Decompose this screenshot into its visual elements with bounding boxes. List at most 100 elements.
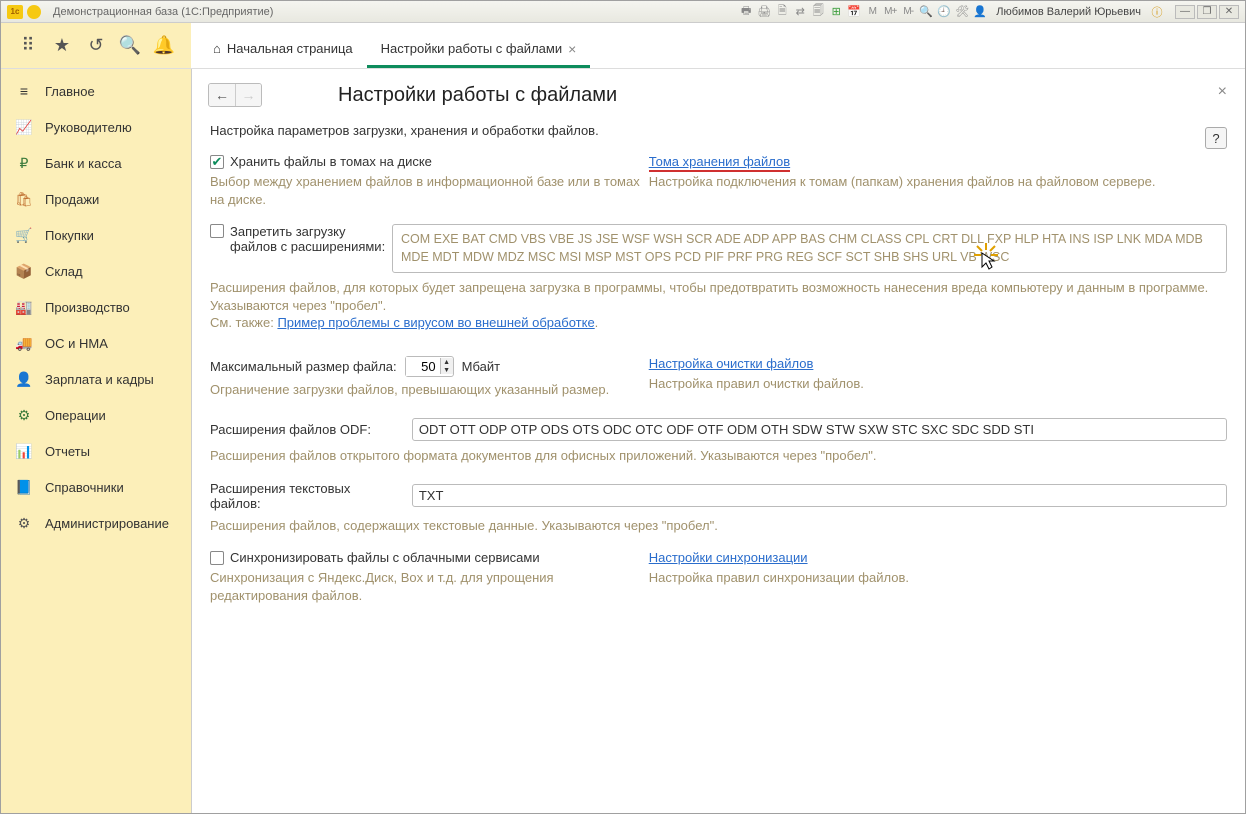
- factory-icon: 🏭: [15, 298, 33, 316]
- tab-close-icon[interactable]: ×: [568, 41, 576, 57]
- max-size-hint: Ограничение загрузки файлов, превышающих…: [210, 381, 649, 399]
- star-icon[interactable]: ★: [50, 34, 74, 58]
- tab-home[interactable]: ⌂ Начальная страница: [199, 32, 367, 68]
- print-icon[interactable]: 🖶: [738, 4, 754, 20]
- nav-back-button[interactable]: ←: [209, 84, 235, 106]
- bars-icon: 📊: [15, 442, 33, 460]
- storage-volumes-link[interactable]: Тома хранения файлов: [649, 154, 790, 172]
- window-restore-icon[interactable]: ❐: [1197, 5, 1217, 19]
- odf-hint: Расширения файлов открытого формата доку…: [210, 447, 1227, 465]
- info-icon[interactable]: ⓘ: [1149, 4, 1165, 20]
- clock-icon[interactable]: 🕘: [936, 4, 952, 20]
- nav-forward-button[interactable]: →: [235, 84, 261, 106]
- app-logo-icon: 1c: [7, 5, 23, 19]
- sidebar-item-purchases[interactable]: 🛒Покупки: [1, 217, 191, 253]
- history-icon[interactable]: ↺: [84, 34, 108, 58]
- calc-icon[interactable]: ⊞: [828, 4, 844, 20]
- chart-icon: 📈: [15, 118, 33, 136]
- store-in-volumes-label: Хранить файлы в томах на диске: [230, 154, 432, 169]
- store-in-volumes-checkbox[interactable]: [210, 155, 224, 169]
- tab-file-settings-label: Настройки работы с файлами: [381, 41, 562, 56]
- forbidden-ext-textarea[interactable]: COM EXE BAT CMD VBS VBE JS JSE WSF WSH S…: [392, 224, 1227, 273]
- cleanup-link[interactable]: Настройка очистки файлов: [649, 356, 814, 371]
- volumes-hint: Настройка подключения к томам (папкам) х…: [649, 173, 1227, 191]
- tool-icon[interactable]: 🛠: [954, 4, 970, 20]
- cleanup-hint: Настройка правил очистки файлов.: [649, 375, 1227, 393]
- store-hint: Выбор между хранением файлов в информаци…: [210, 173, 649, 208]
- max-size-spinner[interactable]: ▲▼: [405, 356, 454, 377]
- m-minus-button[interactable]: М-: [900, 4, 916, 20]
- calendar-icon[interactable]: 📅: [846, 4, 862, 20]
- bag-icon: 🛍: [15, 190, 33, 208]
- cloud-sync-checkbox[interactable]: [210, 551, 224, 565]
- copy-icon[interactable]: 🗐: [810, 4, 826, 20]
- sidebar-item-operations[interactable]: ⚙Операции: [1, 397, 191, 433]
- user-name[interactable]: Любимов Валерий Юрьевич: [996, 6, 1141, 18]
- user-icon: 👤: [972, 4, 988, 20]
- sidebar-item-admin[interactable]: ⚙Администрирование: [1, 505, 191, 541]
- sidebar-item-manager[interactable]: 📈Руководителю: [1, 109, 191, 145]
- ops-icon: ⚙: [15, 406, 33, 424]
- sidebar: ≡Главное 📈Руководителю ₽Банк и касса 🛍Пр…: [1, 69, 191, 813]
- toolbar: ⠿ ★ ↺ 🔍 🔔 ⌂ Начальная страница Настройки…: [1, 23, 1245, 69]
- m-plus-button[interactable]: М+: [882, 4, 898, 20]
- cart-icon: 🛒: [15, 226, 33, 244]
- txt-label: Расширения текстовых файлов:: [210, 481, 404, 511]
- printer-icon[interactable]: 🖨: [756, 4, 772, 20]
- sidebar-item-assets[interactable]: 🚚ОС и НМА: [1, 325, 191, 361]
- page-title: Настройки работы с файлами: [338, 84, 617, 106]
- txt-hint: Расширения файлов, содержащих текстовые …: [210, 517, 1227, 535]
- bell-icon[interactable]: 🔔: [152, 34, 176, 58]
- cloud-sync-label: Синхронизировать файлы с облачными серви…: [230, 550, 540, 565]
- grid-icon[interactable]: ⠿: [16, 34, 40, 58]
- tab-file-settings[interactable]: Настройки работы с файлами ×: [367, 32, 591, 68]
- intro-text: Настройка параметров загрузки, хранения …: [210, 123, 1227, 138]
- odf-label: Расширения файлов ODF:: [210, 422, 404, 437]
- book-icon: 📘: [15, 478, 33, 496]
- m-button[interactable]: М: [864, 4, 880, 20]
- menu-icon: ≡: [15, 82, 33, 100]
- content: ← → Настройки работы с файлами × ? Настр…: [191, 69, 1245, 813]
- spin-down-icon[interactable]: ▼: [441, 366, 453, 374]
- sidebar-item-hr[interactable]: 👤Зарплата и кадры: [1, 361, 191, 397]
- odf-ext-input[interactable]: [412, 418, 1227, 441]
- ext-hint: Расширения файлов, для которых будет зап…: [210, 279, 1227, 332]
- search-icon[interactable]: 🔍: [118, 34, 142, 58]
- person-icon: 👤: [15, 370, 33, 388]
- max-size-input[interactable]: [406, 357, 440, 376]
- preview-icon[interactable]: 🗎: [774, 4, 790, 20]
- sidebar-item-catalogs[interactable]: 📘Справочники: [1, 469, 191, 505]
- forbid-upload-checkbox[interactable]: [210, 224, 224, 238]
- window-minimize-icon[interactable]: —: [1175, 5, 1195, 19]
- zoom-icon[interactable]: 🔍: [918, 4, 934, 20]
- spin-up-icon[interactable]: ▲: [441, 358, 453, 366]
- panel-buttons: ⠿ ★ ↺ 🔍 🔔: [1, 23, 191, 68]
- max-size-label: Максимальный размер файла:: [210, 359, 397, 374]
- sidebar-item-reports[interactable]: 📊Отчеты: [1, 433, 191, 469]
- sidebar-item-production[interactable]: 🏭Производство: [1, 289, 191, 325]
- ruble-icon: ₽: [15, 154, 33, 172]
- app-circle-icon: [27, 5, 41, 19]
- boxes-icon: 📦: [15, 262, 33, 280]
- sync-link-hint: Настройка правил синхронизации файлов.: [649, 569, 1227, 587]
- sync-settings-link[interactable]: Настройки синхронизации: [649, 550, 808, 565]
- tab-home-label: Начальная страница: [227, 41, 353, 56]
- sidebar-item-main[interactable]: ≡Главное: [1, 73, 191, 109]
- virus-example-link[interactable]: Пример проблемы с вирусом во внешней обр…: [277, 315, 594, 330]
- sidebar-item-bank[interactable]: ₽Банк и касса: [1, 145, 191, 181]
- forbid-upload-label: Запретить загрузку файлов с расширениями…: [230, 224, 385, 254]
- sidebar-item-warehouse[interactable]: 📦Склад: [1, 253, 191, 289]
- txt-ext-input[interactable]: [412, 484, 1227, 507]
- home-icon: ⌂: [213, 41, 221, 56]
- max-size-unit: Мбайт: [462, 359, 500, 374]
- close-page-icon[interactable]: ×: [1218, 83, 1227, 101]
- truck-icon: 🚚: [15, 334, 33, 352]
- sidebar-item-sales[interactable]: 🛍Продажи: [1, 181, 191, 217]
- sync-hint: Синхронизация с Яндекс.Диск, Box и т.д. …: [210, 569, 649, 604]
- compare-icon[interactable]: ⇄: [792, 4, 808, 20]
- app-title: Демонстрационная база (1С:Предприятие): [53, 6, 273, 18]
- nav-arrows: ← →: [208, 83, 262, 107]
- window-close-icon[interactable]: ✕: [1219, 5, 1239, 19]
- gear-icon: ⚙: [15, 514, 33, 532]
- help-button[interactable]: ?: [1205, 127, 1227, 149]
